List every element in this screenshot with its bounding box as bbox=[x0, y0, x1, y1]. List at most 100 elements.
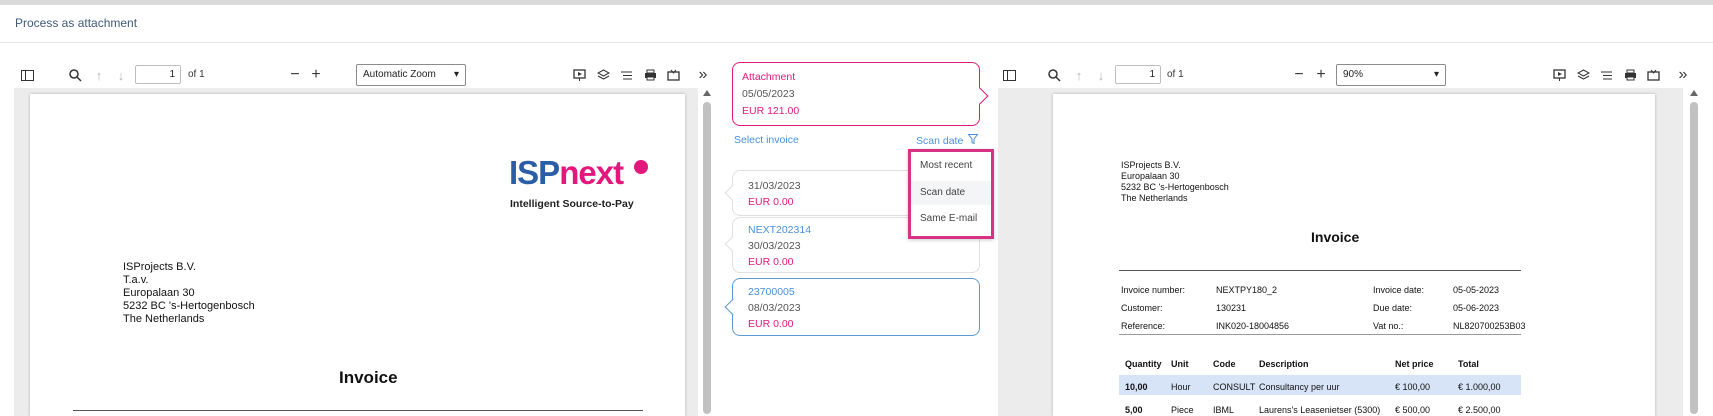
zoom-select-value: Automatic Zoom bbox=[363, 69, 436, 80]
scroll-thumb[interactable] bbox=[703, 102, 711, 414]
invoice-amount: EUR 0.00 bbox=[748, 256, 794, 268]
table-cell: Piece bbox=[1171, 405, 1194, 415]
left-document-page: ISPnext Intelligent Source-to-Pay ISProj… bbox=[30, 94, 685, 416]
zoom-out-icon[interactable]: − bbox=[286, 66, 304, 84]
table-cell: 5,00 bbox=[1125, 405, 1143, 415]
table-cell: € 2.500,00 bbox=[1458, 405, 1501, 415]
sort-option-most-recent[interactable]: Most recent bbox=[911, 154, 991, 178]
page-number-input[interactable]: 1 bbox=[135, 65, 181, 84]
left-toolbar: ↑ ↓ 1 of 1 − + Automatic Zoom ▾ » bbox=[14, 62, 714, 88]
invoice-date: 31/03/2023 bbox=[748, 180, 801, 192]
sort-option-same-email[interactable]: Same E-mail bbox=[911, 207, 991, 231]
zoom-in-icon[interactable]: + bbox=[307, 66, 325, 84]
page-count-label: of 1 bbox=[1167, 69, 1184, 80]
invoice-amount: EUR 0.00 bbox=[748, 196, 794, 208]
search-icon[interactable] bbox=[1045, 66, 1063, 84]
zoom-select[interactable]: Automatic Zoom ▾ bbox=[356, 64, 466, 86]
chevron-down-icon: ▾ bbox=[453, 69, 459, 80]
next-page-icon[interactable]: ↓ bbox=[1092, 66, 1110, 84]
select-invoice-link[interactable]: Select invoice bbox=[734, 134, 799, 146]
more-tools-icon[interactable]: » bbox=[694, 66, 712, 84]
sort-option-scan-date[interactable]: Scan date bbox=[911, 181, 991, 205]
left-document-area: ISPnext Intelligent Source-to-Pay ISProj… bbox=[14, 88, 698, 416]
print-icon[interactable] bbox=[1621, 66, 1639, 84]
right-document-area: ISProjects B.V. Europalaan 30 5232 BC 's… bbox=[998, 88, 1683, 416]
table-header: Description bbox=[1259, 359, 1309, 369]
layers-icon[interactable] bbox=[594, 66, 612, 84]
table-header: Code bbox=[1213, 359, 1236, 369]
download-icon[interactable] bbox=[1644, 66, 1662, 84]
next-page-icon[interactable]: ↓ bbox=[112, 66, 130, 84]
invoice-date-value: 05-05-2023 bbox=[1453, 285, 1500, 295]
more-tools-icon[interactable]: » bbox=[1674, 66, 1692, 84]
invoice-amount: EUR 0.00 bbox=[748, 318, 794, 330]
scroll-thumb[interactable] bbox=[1690, 102, 1698, 414]
isp-next-logo: ISPnext bbox=[509, 154, 624, 191]
right-document-page: ISProjects B.V. Europalaan 30 5232 BC 's… bbox=[1053, 94, 1655, 416]
right-pdf-viewer: ↑ ↓ 1 of 1 − + 90% ▾ » ISProjects B.V. E… bbox=[998, 62, 1713, 416]
dialog-title: Process as attachment bbox=[15, 16, 138, 30]
table-header: Total bbox=[1458, 359, 1479, 369]
sender-address: ISProjects B.V. Europalaan 30 5232 BC 's… bbox=[1121, 160, 1229, 203]
invoice-date-label: Invoice date: bbox=[1373, 285, 1425, 295]
download-icon[interactable] bbox=[664, 66, 682, 84]
attachment-date: 05/05/2023 bbox=[742, 88, 795, 100]
table-cell: Laurens's Leasenietser (5300) bbox=[1259, 405, 1381, 415]
page-number-input[interactable]: 1 bbox=[1115, 65, 1161, 84]
zoom-select[interactable]: 90% ▾ bbox=[1336, 64, 1446, 86]
invoice-card-selected[interactable]: 23700005 08/03/2023 EUR 0.00 bbox=[732, 278, 980, 336]
due-date-value: 05-06-2023 bbox=[1453, 303, 1500, 313]
scroll-up-icon[interactable] bbox=[703, 90, 711, 96]
zoom-out-icon[interactable]: − bbox=[1290, 66, 1308, 84]
logo-mark-icon bbox=[634, 160, 648, 174]
filter-icon bbox=[967, 134, 979, 147]
previous-page-icon[interactable]: ↑ bbox=[90, 66, 108, 84]
attachment-card[interactable]: Attachment 05/05/2023 EUR 121.00 bbox=[732, 62, 980, 126]
table-cell: Hour bbox=[1171, 382, 1191, 392]
invoice-reference: 23700005 bbox=[748, 286, 795, 298]
previous-page-icon[interactable]: ↑ bbox=[1070, 66, 1088, 84]
document-title: Invoice bbox=[339, 368, 398, 387]
reference-label: Reference: bbox=[1121, 321, 1166, 331]
right-toolbar: ↑ ↓ 1 of 1 − + 90% ▾ » bbox=[998, 62, 1713, 88]
left-pdf-viewer: ↑ ↓ 1 of 1 − + Automatic Zoom ▾ » ISPnex… bbox=[14, 62, 714, 416]
presentation-mode-icon[interactable] bbox=[570, 66, 588, 84]
search-icon[interactable] bbox=[66, 66, 84, 84]
sidebar-toggle-icon[interactable] bbox=[18, 66, 36, 84]
outline-list-icon[interactable] bbox=[1597, 66, 1615, 84]
sort-dropdown-toggle[interactable]: Scan date bbox=[916, 134, 979, 147]
invoice-reference: NEXT202314 bbox=[748, 224, 812, 236]
outline-list-icon[interactable] bbox=[617, 66, 635, 84]
table-header: Unit bbox=[1171, 359, 1189, 369]
invoice-number-label: Invoice number: bbox=[1121, 285, 1186, 295]
presentation-mode-icon[interactable] bbox=[1550, 66, 1568, 84]
sort-label: Scan date bbox=[916, 135, 964, 147]
vat-label: Vat no.: bbox=[1373, 321, 1404, 331]
recipient-address: ISProjects B.V. T.a.v. Europalaan 30 523… bbox=[123, 261, 255, 325]
table-cell: € 100,00 bbox=[1395, 382, 1431, 392]
sidebar-toggle-icon[interactable] bbox=[1000, 66, 1018, 84]
reference-value: INK020-18004856 bbox=[1216, 321, 1290, 331]
divider-line bbox=[1119, 334, 1521, 335]
customer-value: 130231 bbox=[1216, 303, 1247, 313]
scroll-up-icon[interactable] bbox=[1690, 90, 1698, 96]
table-cell: € 1.000,00 bbox=[1458, 382, 1501, 392]
table-cell: 10,00 bbox=[1125, 382, 1148, 392]
document-title: Invoice bbox=[1311, 229, 1360, 245]
due-date-label: Due date: bbox=[1373, 303, 1413, 313]
table-header: Quantity bbox=[1125, 359, 1162, 369]
chevron-down-icon: ▾ bbox=[1433, 69, 1439, 80]
table-cell: CONSULT bbox=[1213, 382, 1256, 392]
table-cell: IBML bbox=[1213, 405, 1235, 415]
table-header: Net price bbox=[1395, 359, 1434, 369]
attachment-label: Attachment bbox=[742, 71, 796, 83]
invoice-date: 30/03/2023 bbox=[748, 240, 801, 252]
right-scrollbar[interactable] bbox=[1687, 88, 1701, 416]
layers-icon[interactable] bbox=[1574, 66, 1592, 84]
print-icon[interactable] bbox=[641, 66, 659, 84]
customer-label: Customer: bbox=[1121, 303, 1163, 313]
page-count-label: of 1 bbox=[188, 69, 205, 80]
zoom-in-icon[interactable]: + bbox=[1312, 66, 1330, 84]
divider-line bbox=[73, 410, 643, 411]
table-cell: Consultancy per uur bbox=[1259, 382, 1340, 392]
